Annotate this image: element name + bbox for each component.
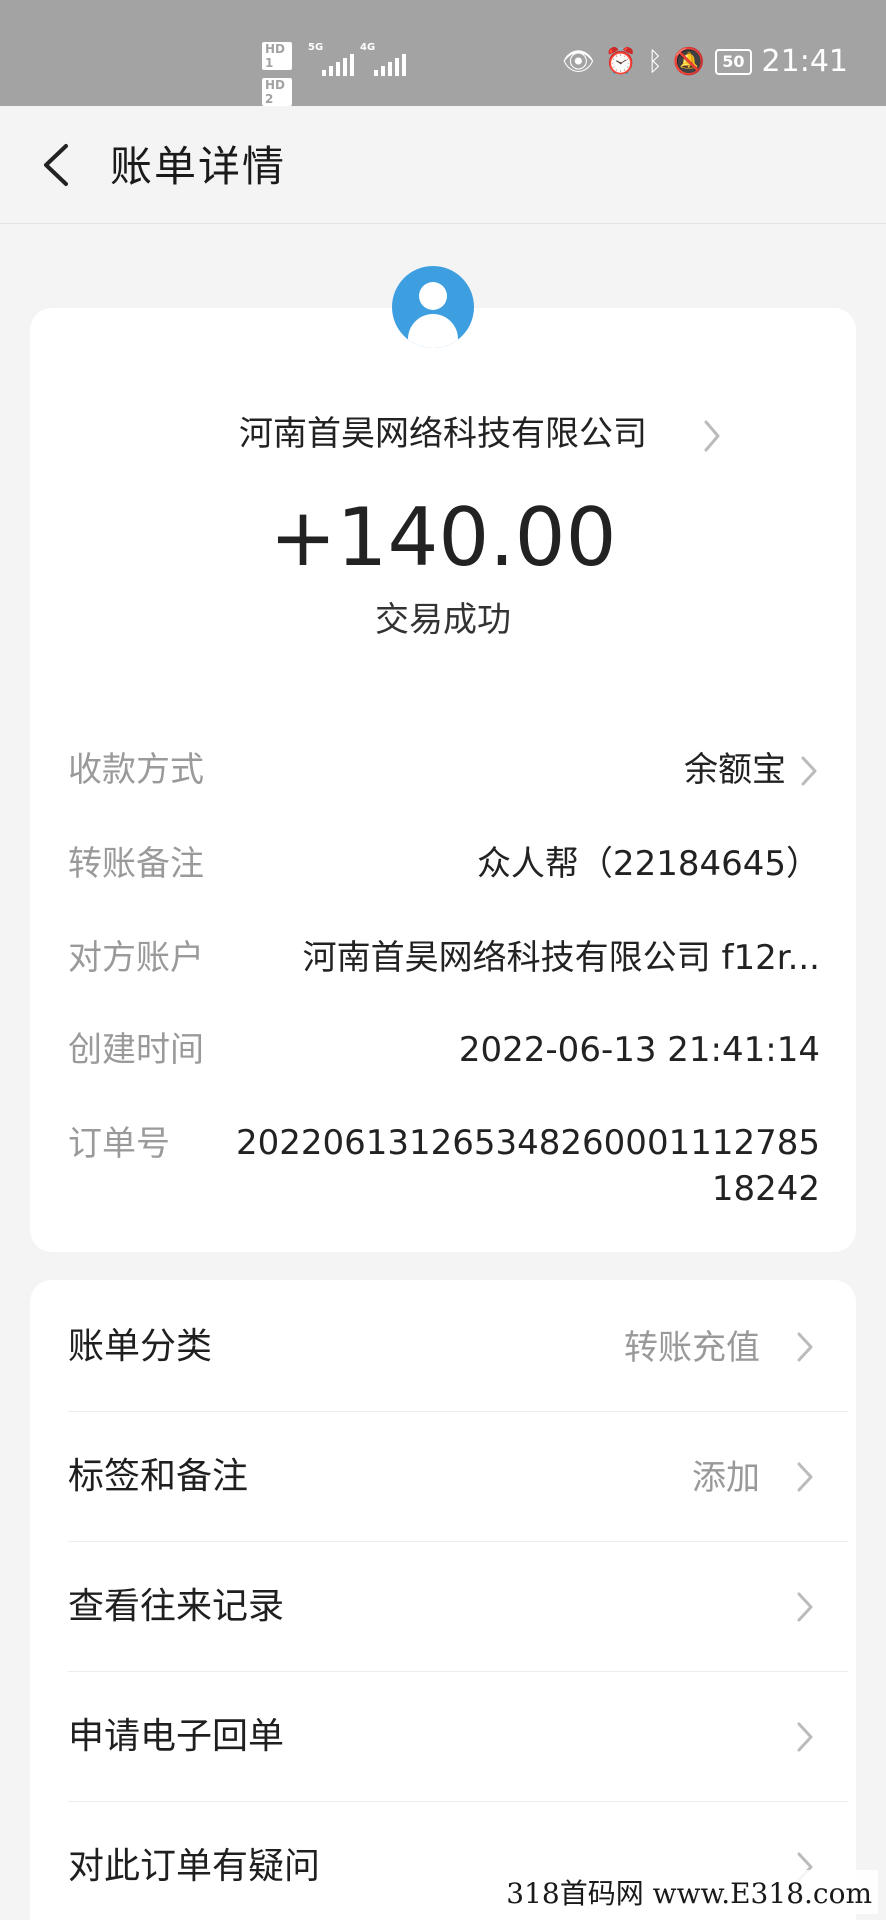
detail-label: 收款方式	[68, 750, 204, 790]
detail-label: 订单号	[68, 1124, 170, 1164]
chevron-right-icon	[797, 1332, 813, 1362]
alarm-icon: ⏰	[604, 46, 638, 77]
detail-label: 对方账户	[68, 938, 204, 978]
chevron-right-icon	[797, 1722, 813, 1752]
net2-label: 4G	[360, 42, 376, 53]
net1-label: 5G	[308, 42, 324, 53]
signal-5g-icon: 5G	[308, 42, 354, 76]
app-header: 账单详情	[0, 106, 886, 224]
user-avatar-icon	[392, 266, 474, 348]
menu-item-e-receipt[interactable]: 申请电子回单	[30, 1672, 856, 1802]
merchant-name[interactable]: 河南首昊网络科技有限公司	[0, 410, 886, 458]
menu-label: 对此订单有疑问	[68, 1846, 321, 1887]
chevron-right-icon	[801, 756, 817, 786]
menu-label: 申请电子回单	[68, 1716, 285, 1757]
mute-bell-icon: 🔕	[672, 46, 706, 77]
menu-value: 转账充值	[624, 1328, 760, 1368]
detail-label: 转账备注	[68, 844, 204, 884]
menu-label: 标签和备注	[68, 1456, 249, 1497]
watermark: 318首码网 www.E318.com	[500, 1870, 878, 1914]
amount: +140.00	[269, 491, 617, 584]
hd2-badge: HD 2	[262, 78, 292, 106]
menu-label: 查看往来记录	[68, 1586, 285, 1627]
detail-value: 余额宝	[684, 750, 786, 790]
order-number-line1: 202206131265348260001112785	[235, 1123, 820, 1163]
battery-icon: 50	[715, 48, 752, 75]
clock: 21:41	[761, 44, 848, 79]
order-number: 202206131265348260001112785 18242	[220, 1120, 820, 1212]
status-bar: HD 1 HD 2 5G 4G 👁 ⏰ ᛒ 🔕 50 21:41	[0, 0, 886, 106]
menu-item-history[interactable]: 查看往来记录	[30, 1542, 856, 1672]
menu-item-tags-notes[interactable]: 标签和备注 添加	[30, 1412, 856, 1542]
signal-4g-icon: 4G	[360, 42, 406, 76]
chevron-right-icon	[797, 1462, 813, 1492]
chevron-right-icon[interactable]	[700, 418, 724, 454]
menu-label: 账单分类	[68, 1326, 213, 1367]
order-number-line2: 18242	[711, 1169, 820, 1209]
detail-value: 2022-06-13 21:41:14	[458, 1030, 820, 1070]
eye-icon: 👁	[561, 46, 595, 77]
menu-value: 添加	[692, 1458, 760, 1498]
detail-row-order-no: 订单号 202206131265348260001112785 18242	[68, 1120, 820, 1220]
hd-indicators: HD 1 HD 2	[262, 42, 292, 114]
transaction-status: 交易成功	[375, 600, 511, 640]
detail-value: 众人帮（22184645）	[476, 844, 820, 884]
status-right: 👁 ⏰ ᛒ 🔕 50 21:41	[562, 44, 848, 79]
menu-item-bill-category[interactable]: 账单分类 转账充值	[30, 1282, 856, 1412]
detail-label: 创建时间	[68, 1030, 204, 1070]
page-title: 账单详情	[110, 142, 287, 191]
chevron-left-icon[interactable]	[38, 142, 78, 188]
bluetooth-icon: ᛒ	[647, 46, 663, 77]
chevron-right-icon	[797, 1592, 813, 1622]
detail-value: 河南首昊网络科技有限公司 f12r...	[302, 938, 820, 978]
hd1-badge: HD 1	[262, 42, 292, 70]
